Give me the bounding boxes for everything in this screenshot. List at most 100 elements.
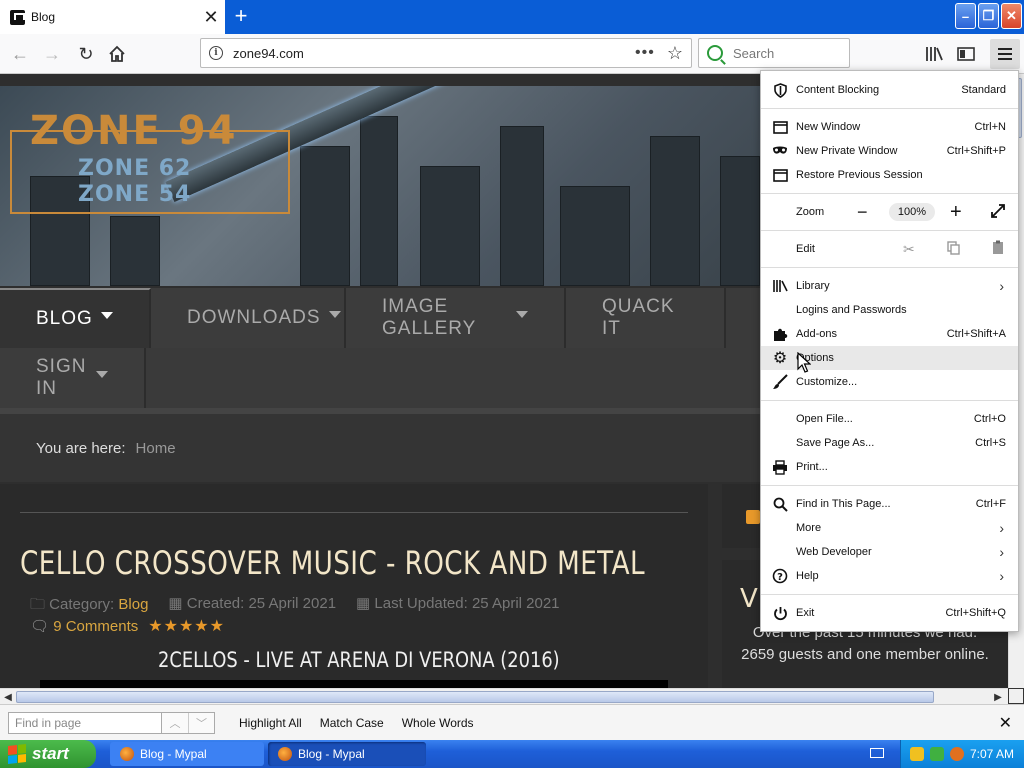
clock[interactable]: 7:07 AM [970,747,1014,761]
search-box[interactable]: Search [698,38,850,68]
library-icon[interactable] [922,42,946,66]
zoom-reset-button[interactable]: 100% [889,203,935,221]
reload-icon[interactable]: ↻ [72,40,100,68]
url-bar[interactable]: i zone94.com ••• ☆ [200,38,692,68]
find-navigation: ︿ ﹀ [162,711,215,734]
menu-new-window[interactable]: New Window Ctrl+N [761,115,1018,139]
breadcrumb-home-link[interactable]: Home [136,440,176,457]
menu-label: Print... [796,461,828,473]
menu-print[interactable]: Print... [761,455,1018,479]
search-engine-icon[interactable] [707,45,723,61]
zoom-in-icon[interactable]: + [950,201,962,224]
menu-library[interactable]: Library › [761,274,1018,298]
find-next-icon[interactable]: ﹀ [188,712,214,733]
find-previous-icon[interactable]: ︿ [162,712,188,733]
menu-content-blocking[interactable]: Content Blocking Standard [761,78,1018,102]
keyboard-icon[interactable] [870,748,884,758]
menu-label: Customize... [796,376,858,388]
magnifier-icon [772,496,788,512]
menu-shortcut: Ctrl+O [973,413,1006,425]
taskbar-item-blog-1[interactable]: Blog - Mypal [110,742,264,766]
article: CELLO CROSSOVER MUSIC - ROCK AND METAL 🗀… [0,484,708,688]
cut-icon[interactable]: ✂ [903,241,915,258]
horizontal-scroll-thumb[interactable] [16,691,934,703]
nav-sign-in[interactable]: SIGN IN [0,348,146,408]
paintbrush-icon [772,374,788,390]
nav-downloads[interactable]: DOWNLOADS [151,288,346,348]
url-text[interactable]: zone94.com [233,46,635,61]
restore-button[interactable]: ❐ [978,3,999,29]
nav-image-gallery[interactable]: IMAGE GALLERY [346,288,566,348]
site-info-icon[interactable]: i [209,46,223,60]
paste-icon[interactable] [992,240,1004,258]
horizontal-scrollbar[interactable]: ◀ ▶ [0,688,1008,704]
match-case-toggle[interactable]: Match Case [320,716,384,730]
category-link[interactable]: Blog [118,596,148,613]
menu-zoom-row: Zoom − 100% + [761,200,1018,224]
nav-blog[interactable]: BLOG [0,288,151,348]
highlight-all-toggle[interactable]: Highlight All [239,716,302,730]
tab-blog[interactable]: Blog ✕ [0,0,225,34]
menu-addons[interactable]: Add-ons Ctrl+Shift+A [761,322,1018,346]
new-tab-icon[interactable]: + [228,4,254,30]
window-controls: – ❐ ✕ [955,3,1022,29]
svg-text:?: ? [777,572,783,583]
minimize-button[interactable]: – [955,3,976,29]
open-menu-button[interactable] [990,39,1020,69]
rss-icon[interactable] [746,510,760,524]
menu-help[interactable]: ? Help › [761,564,1018,588]
menu-exit[interactable]: Exit Ctrl+Shift+Q [761,601,1018,625]
created-text: Created: 25 April 2021 [186,595,337,612]
bookmark-star-icon[interactable]: ☆ [667,43,683,64]
menu-open-file[interactable]: Open File... Ctrl+O [761,407,1018,431]
zoom-out-icon[interactable]: − [857,202,868,223]
page-actions-icon[interactable]: ••• [635,44,655,62]
comments-count: 9 Comments [53,618,139,635]
menu-new-private-window[interactable]: New Private Window Ctrl+Shift+P [761,139,1018,163]
edit-label: Edit [796,243,815,255]
menu-logins-passwords[interactable]: Logins and Passwords [761,298,1018,322]
printer-icon [772,459,788,475]
help-icon: ? [772,568,788,584]
scroll-left-icon[interactable]: ◀ [0,689,16,705]
site-logo[interactable]: ZONE 94 ZONE 62 ZONE 54 [10,108,300,233]
menu-find-in-page[interactable]: Find in This Page... Ctrl+F [761,492,1018,516]
find-close-icon[interactable]: ✕ [999,713,1012,733]
power-icon [772,605,788,621]
menu-web-developer[interactable]: Web Developer › [761,540,1018,564]
menu-label: New Private Window [796,145,898,157]
article-title[interactable]: CELLO CROSSOVER MUSIC - ROCK AND METAL [20,544,645,582]
whole-words-toggle[interactable]: Whole Words [402,716,474,730]
menu-restore-session[interactable]: Restore Previous Session [761,163,1018,187]
zoom-label: Zoom [796,206,825,218]
close-window-button[interactable]: ✕ [1001,3,1022,29]
home-icon[interactable] [103,40,131,68]
start-label: start [32,744,69,763]
fullscreen-icon[interactable] [990,203,1006,222]
find-input[interactable]: Find in page [8,711,162,734]
nav-sign-in-label: SIGN IN [36,356,87,399]
video-embed[interactable] [40,680,668,688]
security-shield-icon[interactable] [909,747,924,761]
menu-label: More [796,522,822,534]
copy-icon[interactable] [947,240,960,258]
network-icon[interactable] [929,747,944,761]
menu-shortcut: Ctrl+S [975,437,1006,449]
taskbar-item-blog-2[interactable]: Blog - Mypal [268,742,426,766]
start-button[interactable]: start [0,740,96,768]
mypal-icon [120,747,134,761]
nav-quack-it[interactable]: QUACK IT [566,288,726,348]
back-arrow-icon[interactable]: ← [6,40,34,68]
tab-close-icon[interactable]: ✕ [197,7,225,28]
rating-stars[interactable]: ★★★★★ [148,616,225,636]
scroll-right-icon[interactable]: ▶ [990,689,1006,705]
nav-downloads-label: DOWNLOADS [187,307,321,328]
search-tray-icon[interactable] [949,747,964,761]
forward-arrow-icon[interactable]: → [38,40,66,68]
menu-more[interactable]: More › [761,516,1018,540]
comments-link[interactable]: 🗨 9 Comments [30,617,138,635]
nav-quack-it-label: QUACK IT [602,296,675,339]
menu-save-page[interactable]: Save Page As... Ctrl+S [761,431,1018,455]
shield-icon [772,82,788,98]
sidebar-toggle-icon[interactable] [954,42,978,66]
